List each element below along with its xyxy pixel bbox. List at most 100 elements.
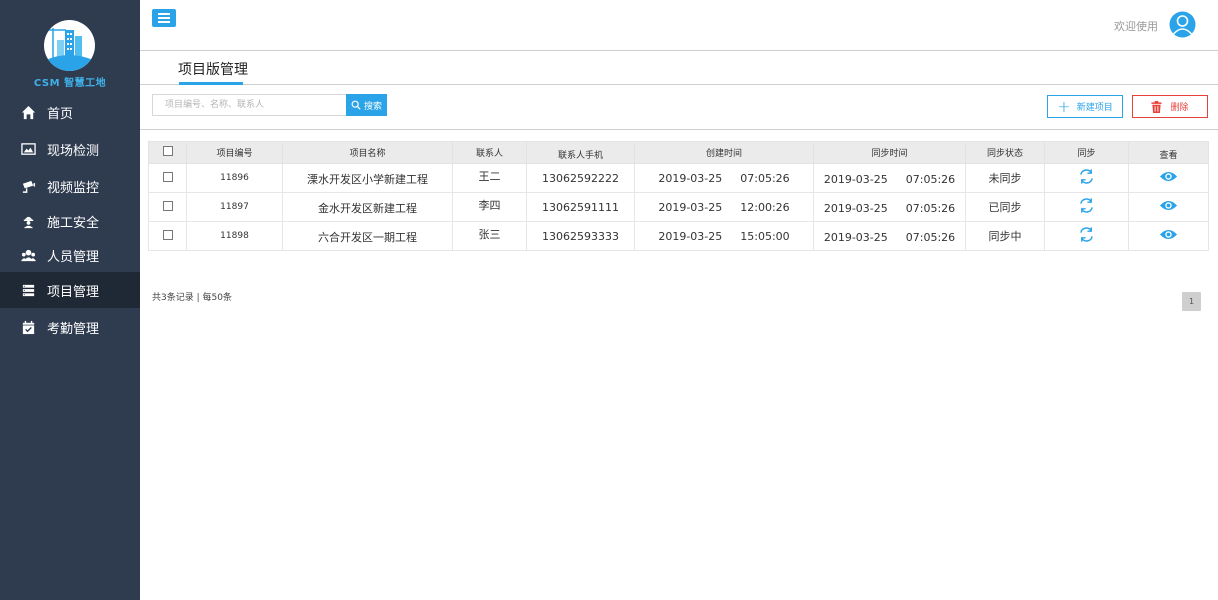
trash-icon (1151, 100, 1163, 113)
plus-icon: + (1057, 96, 1071, 116)
user-avatar-icon[interactable] (1169, 11, 1196, 38)
people-icon (21, 248, 36, 263)
sidebar-item-site-inspection[interactable]: 现场检测 (0, 131, 140, 167)
created-time: 2019-03-25 15:05:00 (634, 221, 814, 251)
view-cell (1128, 221, 1209, 251)
welcome-text: 欢迎使用 (1114, 20, 1158, 33)
sync-status: 同步中 (965, 221, 1045, 251)
page-title-bar: 项目版管理 (140, 51, 1218, 85)
sync-icon[interactable] (1078, 226, 1095, 243)
sidebar-item-label: 施工安全 (47, 215, 100, 231)
eye-icon[interactable] (1159, 228, 1178, 241)
list-icon (21, 283, 36, 298)
created-clock: 12:00:26 (740, 200, 790, 214)
sync-icon[interactable] (1078, 197, 1095, 214)
top-header: 欢迎使用 (140, 0, 1218, 51)
building-logo-icon (44, 20, 95, 71)
pagination-page-1[interactable]: 1 (1182, 292, 1201, 311)
table-row: 11897 金水开发区新建工程 李四 13062591111 2019-03-2… (148, 192, 1209, 222)
sync-status: 未同步 (965, 163, 1045, 193)
column-header: 联系人手机 (526, 141, 635, 164)
project-name: 六合开发区一期工程 (282, 221, 453, 251)
created-time: 2019-03-25 07:05:26 (634, 163, 814, 193)
sync-time: 2019-03-25 07:05:26 (813, 163, 966, 193)
sidebar-item-video-monitoring[interactable]: 视频监控 (0, 168, 140, 204)
select-all-checkbox[interactable] (162, 146, 173, 156)
sync-time: 2019-03-25 07:05:26 (813, 221, 966, 251)
column-header: 联系人 (452, 141, 527, 164)
sync-cell (1044, 163, 1129, 193)
created-date: 2019-03-25 (658, 229, 723, 243)
sync-icon[interactable] (1078, 168, 1095, 185)
row-checkbox[interactable] (162, 200, 173, 211)
sidebar-item-label: 项目管理 (47, 284, 100, 300)
sidebar-item-label: 考勤管理 (47, 321, 100, 337)
hamburger-icon[interactable] (152, 9, 176, 27)
contact-phone: 13062592222 (526, 163, 635, 193)
sync-cell (1044, 192, 1129, 222)
sidebar-item-personnel[interactable]: 人员管理 (0, 237, 140, 273)
sync-date: 2019-03-25 (823, 172, 888, 186)
toolbar: 搜索 + 新建项目 删除 (140, 85, 1218, 130)
row-select-cell[interactable] (148, 163, 187, 193)
column-header: 同步 (1044, 141, 1129, 164)
created-date: 2019-03-25 (658, 171, 723, 185)
column-header: 查看 (1128, 141, 1209, 164)
header-select-all[interactable] (148, 141, 187, 164)
eye-icon[interactable] (1159, 199, 1178, 212)
project-id: 11897 (186, 192, 283, 222)
project-id: 11898 (186, 221, 283, 251)
column-header: 项目名称 (282, 141, 453, 164)
home-icon (21, 105, 36, 120)
row-select-cell[interactable] (148, 221, 187, 251)
table-row: 11896 溧水开发区小学新建工程 王二 13062592222 2019-03… (148, 163, 1209, 193)
sidebar-item-home[interactable]: 首页 (0, 94, 140, 130)
sidebar-item-label: 首页 (47, 106, 74, 122)
row-checkbox[interactable] (162, 229, 173, 240)
created-clock: 15:05:00 (740, 229, 790, 243)
eye-icon[interactable] (1159, 170, 1178, 183)
column-header: 同步状态 (965, 141, 1045, 164)
sidebar: CSM 智慧工地 首页 现场检测 视频监控 施工安全 人员管理 项目管理 考勤管… (0, 0, 140, 600)
calendar-check-icon (21, 320, 36, 335)
project-name: 金水开发区新建工程 (282, 192, 453, 222)
sidebar-item-project-management[interactable]: 项目管理 (0, 272, 140, 308)
sync-date: 2019-03-25 (823, 230, 888, 244)
sync-clock: 07:05:26 (905, 172, 956, 186)
table-row: 11898 六合开发区一期工程 张三 13062593333 2019-03-2… (148, 221, 1209, 251)
sync-date: 2019-03-25 (823, 201, 888, 215)
worker-icon (21, 214, 36, 229)
project-name: 溧水开发区小学新建工程 (282, 163, 453, 193)
search-icon (351, 100, 361, 110)
created-clock: 07:05:26 (740, 171, 790, 185)
delete-label: 删除 (1170, 103, 1189, 113)
contact-name: 王二 (452, 163, 527, 193)
sync-clock: 07:05:26 (905, 201, 956, 215)
row-checkbox[interactable] (162, 171, 173, 182)
search-button[interactable]: 搜索 (346, 94, 387, 116)
sidebar-item-label: 人员管理 (47, 249, 100, 265)
row-select-cell[interactable] (148, 192, 187, 222)
contact-name: 张三 (452, 221, 527, 251)
column-header: 项目编号 (186, 141, 283, 164)
search-input[interactable] (152, 94, 346, 116)
camera-icon (21, 179, 36, 194)
contact-phone: 13062591111 (526, 192, 635, 222)
project-table: 项目编号 项目名称 联系人 联系人手机 创建时间 同步时间 同步状态 同步 查看… (148, 141, 1209, 251)
sidebar-item-label: 现场检测 (47, 143, 100, 159)
delete-button[interactable]: 删除 (1132, 95, 1208, 118)
project-id: 11896 (186, 163, 283, 193)
column-header: 同步时间 (813, 141, 966, 164)
monitor-image-icon (21, 142, 36, 157)
logo: CSM 智慧工地 (0, 16, 140, 90)
created-time: 2019-03-25 12:00:26 (634, 192, 814, 222)
sidebar-item-construction-safety[interactable]: 施工安全 (0, 203, 140, 239)
column-header: 创建时间 (634, 141, 814, 164)
sync-time: 2019-03-25 07:05:26 (813, 192, 966, 222)
view-cell (1128, 163, 1209, 193)
new-project-button[interactable]: + 新建项目 (1047, 95, 1123, 118)
sync-status: 已同步 (965, 192, 1045, 222)
view-cell (1128, 192, 1209, 222)
sidebar-item-attendance[interactable]: 考勤管理 (0, 309, 140, 345)
record-summary: 共3条记录 | 每50条 (152, 293, 232, 303)
